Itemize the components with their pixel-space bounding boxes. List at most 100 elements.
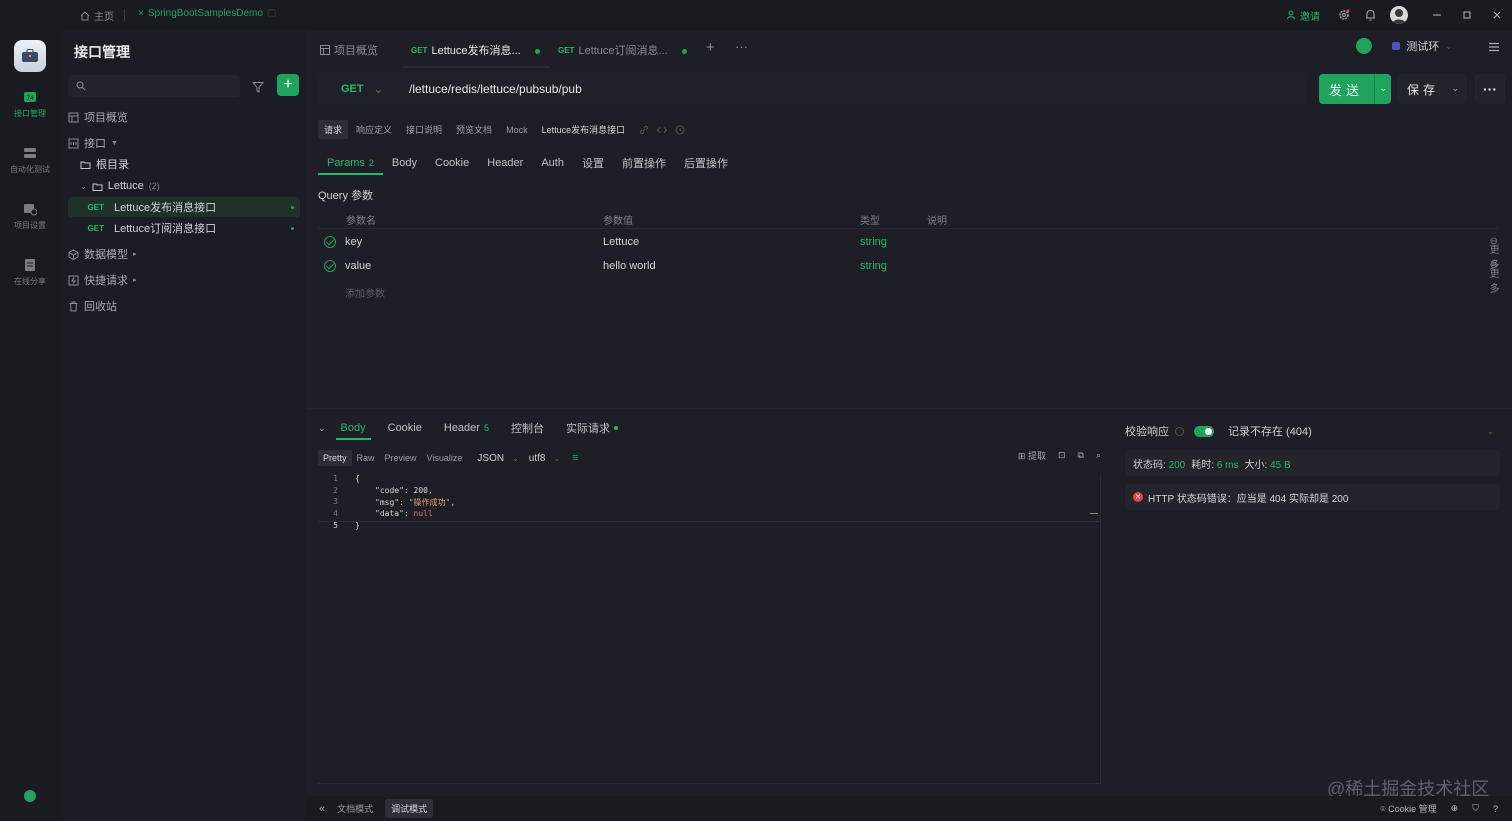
add-param-input[interactable]: 添加参数: [345, 285, 385, 300]
search-box[interactable]: [68, 75, 240, 97]
code-icon[interactable]: [657, 125, 668, 135]
resp-tab-cookie[interactable]: Cookie: [377, 417, 433, 439]
save-file-icon[interactable]: ⊡: [1058, 450, 1066, 461]
format-select[interactable]: JSON ⌄: [477, 453, 518, 464]
mode-debug[interactable]: 调试模式: [385, 799, 434, 818]
response-code-editor[interactable]: 1 { 2 "code": 200, 3 "msg": "操作成功", 4 "d…: [318, 474, 1101, 784]
rail-item-automation[interactable]: 自动化测试: [0, 146, 60, 175]
link-icon[interactable]: [639, 125, 649, 135]
doctab-preview-doc[interactable]: 预览文档: [450, 120, 498, 139]
history-icon[interactable]: [675, 125, 685, 135]
tab-overview[interactable]: 项目概览: [320, 42, 378, 58]
tree-item-folder[interactable]: ⌄ Lettuce (2): [80, 176, 160, 196]
word-wrap-icon[interactable]: ≡: [572, 452, 578, 464]
mode-docs[interactable]: 文档模式: [331, 799, 379, 818]
tab-params[interactable]: Params 2: [318, 152, 383, 175]
settings-gear-icon[interactable]: [1334, 5, 1354, 25]
tab-api-pub[interactable]: GET Lettuce发布消息...: [411, 42, 521, 58]
param-name[interactable]: value: [345, 260, 371, 272]
view-pretty[interactable]: Pretty: [318, 450, 352, 466]
search-icon[interactable]: ⌕: [1096, 450, 1101, 461]
method-select[interactable]: GET ⌄: [317, 83, 391, 96]
more-link[interactable]: 更多 ⊖: [1490, 260, 1500, 295]
chevron-down-icon[interactable]: ⌄: [1451, 83, 1459, 94]
home-tab[interactable]: 主页: [80, 8, 114, 23]
tab-more-icon[interactable]: ···: [735, 39, 748, 54]
resp-tab-body[interactable]: Body: [330, 417, 377, 440]
shirt-icon[interactable]: ⛉: [1472, 803, 1479, 814]
project-tab[interactable]: × SpringBootSamplesDemo ▢: [138, 8, 276, 19]
doctab-mock[interactable]: Mock: [500, 122, 534, 138]
rail-item-api[interactable]: 74 接口管理: [0, 90, 60, 119]
menu-icon[interactable]: [1488, 42, 1500, 52]
chevron-down-icon[interactable]: ⌄: [1486, 426, 1494, 437]
filter-icon[interactable]: [248, 77, 268, 97]
collapse-left-icon[interactable]: «: [319, 803, 325, 815]
url-input[interactable]: /lettuce/redis/lettuce/pubsub/pub: [409, 82, 582, 96]
tab-post-actions[interactable]: 后置操作: [675, 152, 737, 174]
globe-icon[interactable]: ⊕: [1451, 803, 1459, 814]
tree-item-root[interactable]: 根目录: [80, 154, 129, 174]
close-icon[interactable]: ×: [138, 8, 144, 19]
tree-item-data-models[interactable]: 数据模型 ▸: [68, 244, 137, 264]
param-type[interactable]: string: [860, 236, 887, 248]
param-value[interactable]: hello world: [603, 260, 656, 272]
doctab-request[interactable]: 请求: [318, 120, 349, 139]
view-preview[interactable]: Preview: [380, 450, 422, 466]
record-select[interactable]: 记录不存在 (404): [1228, 423, 1312, 439]
tab-cookie[interactable]: Cookie: [426, 152, 478, 174]
tree-item-overview[interactable]: 项目概览: [68, 107, 128, 127]
param-type[interactable]: string: [860, 260, 887, 272]
enabled-checkbox[interactable]: [324, 260, 336, 272]
rail-item-settings[interactable]: 项目设置: [0, 202, 60, 231]
encoding-select[interactable]: utf8 ⌄: [529, 453, 560, 464]
cookie-manager-button[interactable]: ⌾ Cookie 管理: [1380, 802, 1436, 815]
rail-item-share[interactable]: 在线分享: [0, 258, 60, 287]
help-icon[interactable]: ?: [1493, 804, 1498, 814]
resp-tab-actual-request[interactable]: 实际请求: [555, 417, 629, 439]
tab-auth[interactable]: Auth: [532, 152, 573, 174]
avatar[interactable]: [1390, 6, 1408, 24]
param-name[interactable]: key: [345, 236, 362, 248]
help-icon[interactable]: [1175, 426, 1184, 436]
view-visualize[interactable]: Visualize: [422, 450, 468, 466]
doctab-api-desc[interactable]: 接口说明: [400, 120, 448, 139]
enabled-checkbox[interactable]: [324, 236, 336, 248]
tab-settings[interactable]: 设置: [573, 152, 613, 174]
copy-icon[interactable]: ⧉: [1078, 450, 1084, 461]
doctab-response-def[interactable]: 响应定义: [350, 120, 398, 139]
tree-item-trash[interactable]: 回收站: [68, 296, 117, 316]
chevron-down-icon[interactable]: ⌄: [80, 182, 87, 191]
chevron-down-icon[interactable]: ⌄: [1379, 83, 1387, 94]
bell-icon[interactable]: [1360, 5, 1380, 25]
minimize-icon[interactable]: [1422, 0, 1452, 30]
tree-item-quick-requests[interactable]: 快捷请求 ▸: [68, 270, 137, 290]
send-button[interactable]: 发送 ⌄: [1319, 74, 1391, 104]
env-selector[interactable]: 测试环 ⌄: [1356, 38, 1452, 54]
tab-body[interactable]: Body: [383, 152, 426, 174]
save-button[interactable]: 保存 ⌄: [1397, 74, 1467, 104]
tree-item-apis[interactable]: 接口 ▼: [68, 133, 118, 153]
param-value[interactable]: Lettuce: [603, 236, 639, 248]
tab-header[interactable]: Header: [478, 152, 532, 174]
sync-icon[interactable]: [1356, 38, 1373, 54]
window-close-icon[interactable]: [1482, 0, 1512, 30]
tab-pre-actions[interactable]: 前置操作: [613, 152, 675, 174]
status-indicator-icon[interactable]: [24, 790, 36, 802]
view-raw[interactable]: Raw: [352, 450, 380, 466]
api-item[interactable]: GET Lettuce订阅消息接口: [68, 218, 300, 238]
collapse-chevron-icon[interactable]: ⌄: [318, 423, 326, 434]
validate-toggle[interactable]: [1194, 425, 1214, 437]
extract-button[interactable]: ⊞ 提取: [1018, 449, 1046, 462]
more-link[interactable]: 更多 ⊖: [1490, 236, 1500, 271]
add-button[interactable]: +: [277, 74, 299, 96]
api-item[interactable]: GET Lettuce发布消息接口: [68, 197, 300, 217]
tab-api-sub[interactable]: GET Lettuce订阅消息...: [558, 42, 668, 58]
invite-button[interactable]: 邀请: [1287, 8, 1320, 23]
more-options-button[interactable]: ···: [1475, 74, 1505, 104]
resp-tab-header[interactable]: Header 5: [433, 417, 500, 439]
search-input[interactable]: [92, 80, 232, 92]
maximize-icon[interactable]: [1452, 0, 1482, 30]
resp-tab-console[interactable]: 控制台: [500, 417, 555, 439]
new-tab-plus-icon[interactable]: +: [706, 39, 715, 56]
